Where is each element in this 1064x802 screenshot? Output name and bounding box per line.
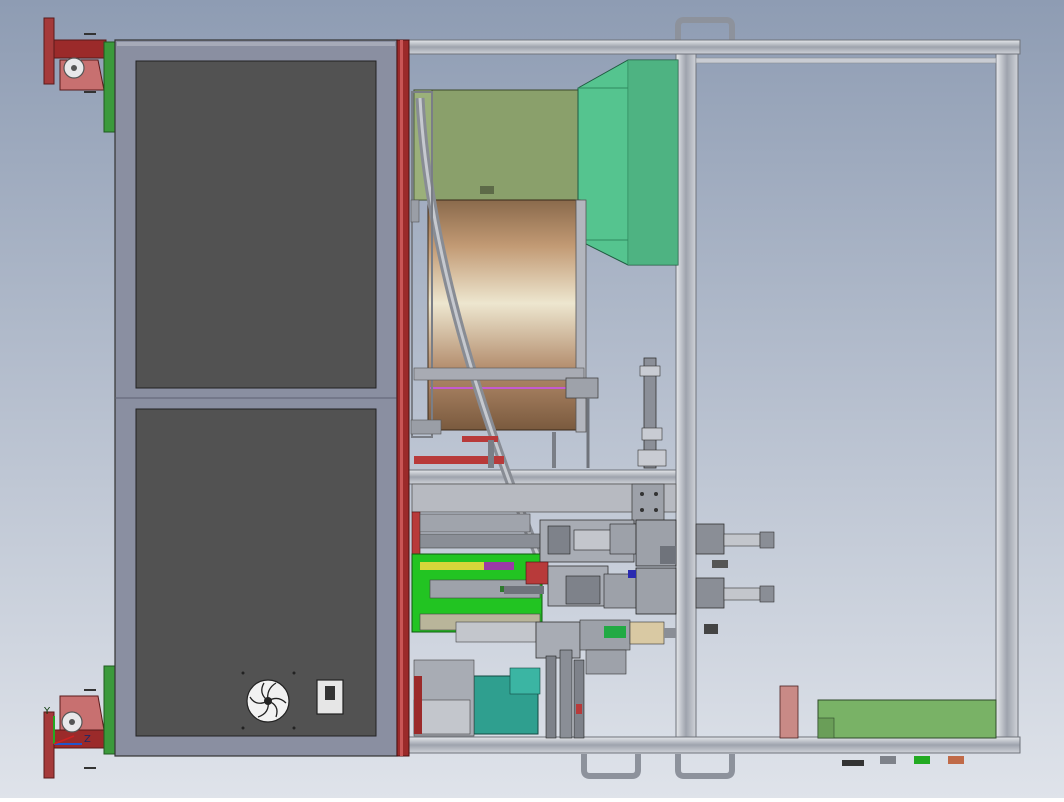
frame-post-center (675, 53, 697, 738)
rocker-switch-icon (316, 679, 344, 715)
frame-top-rail (407, 39, 1021, 55)
mount-plate-top (103, 41, 117, 133)
olive-housing (413, 89, 580, 201)
electrical-cabinet (114, 39, 398, 757)
frame-inner-rail (695, 57, 997, 64)
triad-z-label: Z (84, 734, 91, 745)
mount-plate-bottom (103, 665, 117, 755)
cad-viewport: Y Z (0, 0, 1064, 798)
frame-mid-rail (407, 469, 681, 485)
triad-y-label: Y (43, 706, 51, 717)
frame-bottom-rail (407, 736, 1021, 754)
drum-cylinder (427, 199, 585, 431)
cabinet-door-upper (135, 60, 377, 389)
frame-post-right (995, 53, 1019, 738)
